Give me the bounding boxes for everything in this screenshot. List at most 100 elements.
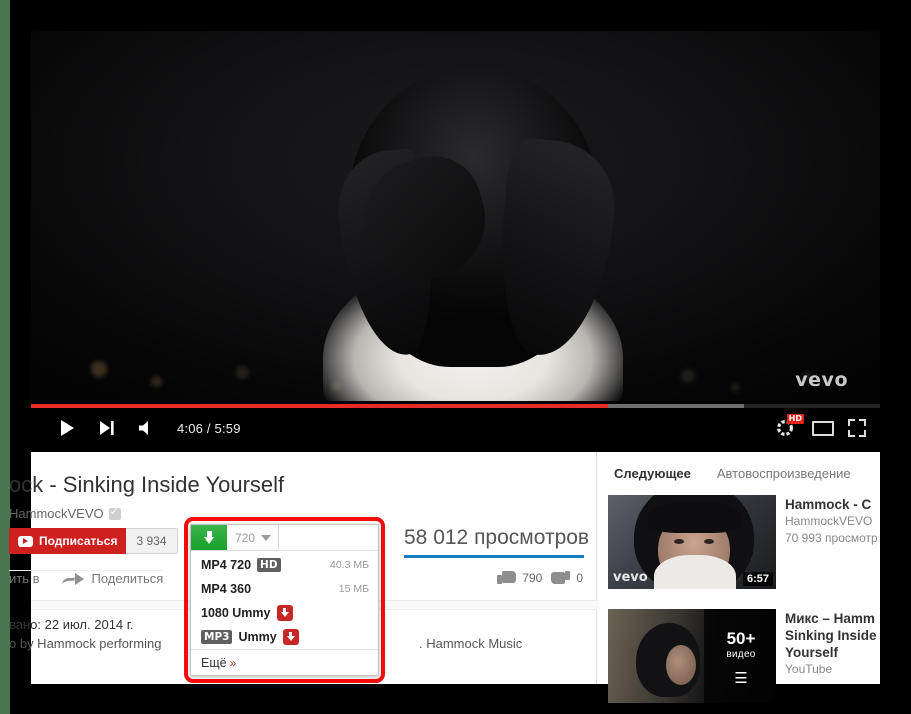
video-stage[interactable]: vevo — [31, 31, 880, 401]
mix-count: 50+ — [726, 629, 756, 648]
thumbnail-cloth — [654, 555, 736, 589]
more-chevron: » — [229, 655, 237, 670]
share-button[interactable]: Поделиться — [62, 571, 163, 586]
dislike-count: 0 — [576, 570, 583, 585]
tab-up-next[interactable]: Следующее — [614, 466, 691, 481]
subscribe-button[interactable]: Подписаться — [9, 528, 127, 554]
suggestion-views: 70 993 просмотр — [785, 531, 878, 545]
bokeh-light — [151, 376, 162, 387]
vevo-badge: vevo — [613, 570, 648, 585]
download-option-mp4-360[interactable]: MP4 360 15 МБ — [191, 577, 378, 601]
settings-button[interactable]: HD — [772, 414, 804, 441]
suggestion-title[interactable]: Hammock - C — [785, 496, 888, 513]
fullscreen-icon[interactable] — [848, 419, 866, 437]
volume-icon — [139, 421, 148, 435]
option-label: MP4 360 — [201, 582, 252, 596]
time-display: 4:06 / 5:59 — [177, 420, 241, 436]
red-download-icon — [276, 605, 293, 621]
download-panel-header: 720 — [191, 525, 378, 551]
suggestion-title-line[interactable]: Микс – Hamm — [785, 610, 888, 627]
sidebar: Следующее Автовоспроизведение vevo 6:57 … — [598, 452, 880, 703]
like-count: 790 — [522, 570, 543, 585]
view-count: 58 012 просмотров — [404, 526, 590, 549]
progress-bar[interactable] — [31, 404, 880, 408]
video-player[interactable]: vevo 4:06 / 5:59 HD — [31, 31, 880, 452]
thumbnail-eye — [704, 539, 714, 544]
channel-name[interactable]: HammockVEVO — [9, 506, 104, 521]
suggestion-channel: YouTube — [785, 662, 833, 676]
suggestion-meta: Микс – Hamm Sinking Inside Yourself YouT… — [785, 609, 888, 703]
play-button[interactable] — [47, 415, 87, 441]
action-row: ить в Поделиться — [9, 570, 164, 586]
like-ratio-bar — [404, 555, 584, 558]
hd-badge: HD — [786, 414, 804, 424]
download-options-list: MP4 720 HD 40.3 МБ MP4 360 15 МБ 1080 Um… — [191, 551, 378, 649]
suggestion-channel: HammockVEVO — [785, 514, 873, 528]
thumbs-down-icon — [551, 568, 571, 587]
youtube-play-icon — [18, 535, 33, 547]
bokeh-light — [681, 369, 695, 383]
add-to-button[interactable]: ить в — [9, 571, 40, 586]
suggestion-title-line[interactable]: Yourself — [785, 644, 888, 661]
sidebar-tabs: Следующее Автовоспроизведение — [614, 466, 851, 481]
player-controls-left: 4:06 / 5:59 — [47, 415, 241, 441]
next-video-button[interactable] — [87, 415, 127, 441]
dislike-button[interactable]: 0 — [551, 568, 583, 587]
verified-icon — [108, 505, 121, 520]
next-icon — [100, 421, 114, 435]
mp3-tag: MP3 — [201, 630, 233, 644]
theater-mode-icon[interactable] — [812, 420, 834, 436]
page-title: ock - Sinking Inside Yourself — [9, 472, 285, 497]
vevo-watermark: vevo — [795, 369, 848, 391]
option-label: MP4 720 — [201, 558, 252, 572]
subscribe-label: Подписаться — [39, 534, 118, 548]
view-count-block: 58 012 просмотров — [404, 526, 590, 558]
download-dropdown-panel[interactable]: 720 MP4 720 HD 40.3 МБ MP4 360 15 МБ 108… — [190, 524, 379, 676]
thumbs-up-icon — [497, 568, 517, 587]
play-icon — [61, 420, 74, 436]
suggestion-thumbnail[interactable]: vevo 6:57 — [608, 495, 776, 589]
progress-played — [31, 404, 609, 408]
like-button[interactable]: 790 — [497, 568, 542, 587]
suggestion-meta: Hammock - C HammockVEVO 70 993 просмотр — [785, 495, 888, 589]
suggestion-title-line[interactable]: Sinking Inside — [785, 627, 888, 644]
bokeh-light — [731, 383, 740, 392]
capture-edge-strip — [0, 0, 10, 714]
subscribe-row[interactable]: Подписаться 3 934 — [9, 528, 178, 554]
like-dislike-row: 790 0 — [497, 568, 583, 587]
suggestion-thumbnail[interactable]: 50+ видео ☰ — [608, 609, 776, 703]
channel-row[interactable]: HammockVEVO — [9, 505, 121, 521]
suggestion-item[interactable]: 50+ видео ☰ Микс – Hamm Sinking Inside Y… — [608, 609, 888, 703]
option-size: 15 МБ — [338, 583, 369, 595]
download-option-mp4-720[interactable]: MP4 720 HD 40.3 МБ — [191, 553, 378, 577]
download-option-mp3-ummy[interactable]: MP3 Ummy — [191, 625, 378, 649]
thumbnail-fringe — [648, 501, 742, 533]
playlist-icon: ☰ — [734, 670, 748, 687]
chevron-down-icon — [261, 534, 272, 541]
suggestion-item[interactable]: vevo 6:57 Hammock - C HammockVEVO 70 993… — [608, 495, 888, 589]
bokeh-light — [236, 366, 249, 379]
option-size: 40.3 МБ — [330, 559, 369, 571]
download-more-link[interactable]: Ещё » — [191, 649, 378, 675]
red-download-icon — [282, 629, 299, 645]
thumbnail-face — [666, 645, 696, 685]
description-text-continued: . Hammock Music — [419, 636, 523, 651]
download-button[interactable] — [191, 525, 227, 550]
tab-autoplay[interactable]: Автовоспроизведение — [717, 466, 851, 481]
bokeh-light — [91, 361, 107, 377]
thumbnail-eye — [674, 539, 684, 544]
quality-selector[interactable]: 720 — [227, 525, 279, 550]
player-control-bar[interactable]: 4:06 / 5:59 HD — [31, 401, 880, 452]
header-filler — [279, 525, 378, 550]
download-option-1080-ummy[interactable]: 1080 Ummy — [191, 601, 378, 625]
share-arrow-icon — [62, 572, 84, 586]
subscriber-count[interactable]: 3 934 — [126, 528, 178, 554]
volume-button[interactable] — [127, 415, 167, 441]
player-controls-right: HD — [772, 414, 866, 441]
mix-count-block: 50+ видео — [712, 629, 770, 662]
duration-badge: 6:57 — [742, 572, 773, 586]
download-arrow-icon — [203, 531, 215, 544]
mix-count-word: видео — [726, 649, 756, 660]
selected-quality: 720 — [235, 530, 256, 545]
hd-tag: HD — [257, 558, 281, 572]
